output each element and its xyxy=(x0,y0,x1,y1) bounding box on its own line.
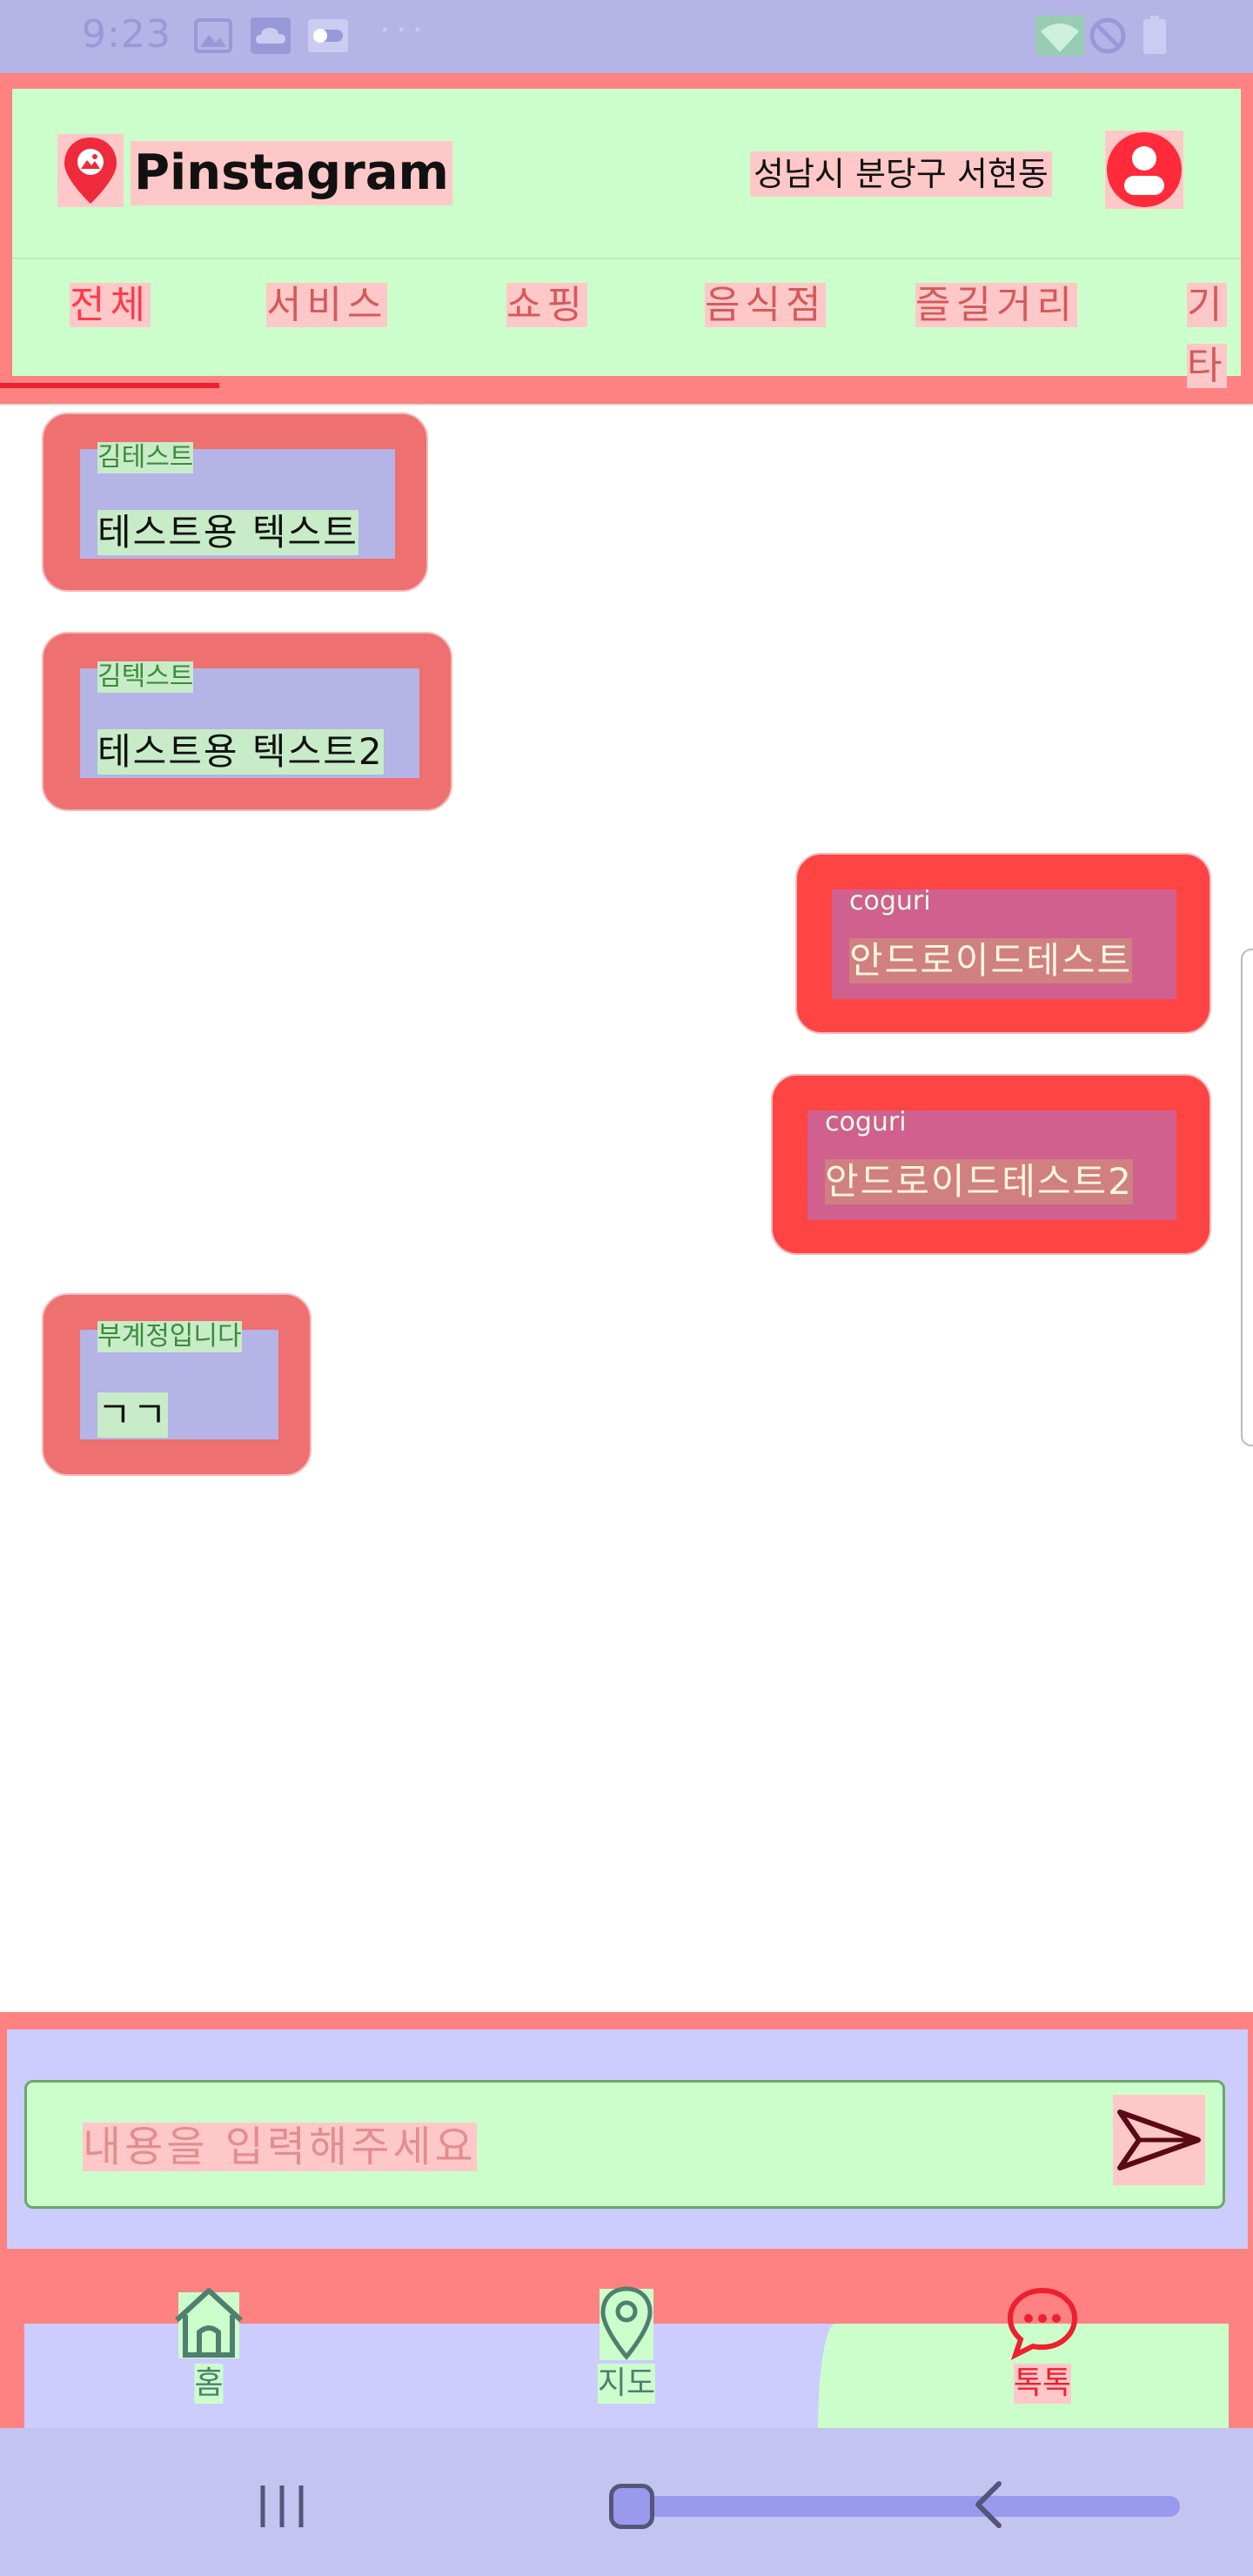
system-navigation-bar xyxy=(0,2428,1253,2576)
home-button-icon[interactable] xyxy=(609,2484,654,2529)
header-bottom-border xyxy=(0,404,1253,406)
message-text: 안드로이드테스트 xyxy=(849,938,1133,983)
tab-label: 기타 xyxy=(1187,283,1228,388)
scroll-handle[interactable] xyxy=(1241,949,1253,1446)
recent-apps-icon[interactable] xyxy=(258,2484,306,2529)
app-header: Pinstagram 성남시 분당구 서현동 전체 서비스 쇼핑 음식점 즐길거… xyxy=(0,73,1253,404)
nav-item-map[interactable]: 지도 xyxy=(557,2286,696,2428)
chat-icon xyxy=(1007,2287,1078,2360)
tab-restaurant[interactable]: 음식점 xyxy=(705,275,827,336)
status-time: 9:23 xyxy=(82,12,171,57)
app-title: Pinstagram xyxy=(131,141,452,205)
tab-label: 전체 xyxy=(70,283,151,327)
header-divider xyxy=(12,258,1241,259)
do-not-disturb-icon xyxy=(1089,17,1126,54)
status-more-indicator: ··· xyxy=(379,10,429,50)
message-sender: 김테스트 xyxy=(97,442,194,473)
message-bubble-outgoing[interactable]: coguri 안드로이드테스트 xyxy=(795,853,1211,1034)
message-sender: 부계정입니다 xyxy=(97,1321,242,1352)
nav-item-chat[interactable]: 톡톡 xyxy=(973,2287,1112,2428)
message-input-placeholder: 내용을 입력해주세요 xyxy=(83,2123,477,2171)
tab-label: 쇼핑 xyxy=(506,283,587,327)
message-bubble-incoming[interactable]: 부계정입니다 ㄱㄱ xyxy=(42,1293,312,1476)
message-sender: coguri xyxy=(825,1107,907,1137)
message-input[interactable]: 내용을 입력해주세요 xyxy=(24,2080,1225,2209)
gallery-icon xyxy=(194,18,232,53)
tab-all[interactable]: 전체 xyxy=(70,275,151,336)
map-pin-icon xyxy=(600,2286,653,2360)
tab-etc[interactable]: 기타 xyxy=(1187,275,1253,388)
nav-label: 톡톡 xyxy=(1013,2364,1072,2404)
status-bar: 9:23 ··· xyxy=(0,0,1253,73)
wifi-icon xyxy=(1035,16,1084,56)
tab-label: 서비스 xyxy=(266,283,388,327)
message-bubble-outgoing[interactable]: coguri 안드로이드테스트2 xyxy=(771,1074,1211,1255)
profile-icon[interactable] xyxy=(1105,131,1183,209)
toggle-icon xyxy=(308,19,348,52)
nav-item-home[interactable]: 홈 xyxy=(139,2288,278,2428)
composer-panel: 내용을 입력해주세요 xyxy=(7,2029,1248,2249)
tab-shopping[interactable]: 쇼핑 xyxy=(506,275,587,336)
location-pin-logo-icon xyxy=(57,134,124,207)
nav-label: 지도 xyxy=(597,2364,656,2404)
active-tab-indicator xyxy=(0,383,219,388)
tab-entertainment[interactable]: 즐길거리 xyxy=(915,275,1077,336)
battery-icon xyxy=(1143,16,1166,54)
nav-label: 홈 xyxy=(194,2364,224,2404)
home-icon xyxy=(174,2288,244,2358)
current-location[interactable]: 성남시 분당구 서현동 xyxy=(750,151,1052,197)
message-sender: 김텍스트 xyxy=(97,661,194,693)
message-text: 테스트용 텍스트 xyxy=(97,510,358,555)
tab-label: 즐길거리 xyxy=(915,283,1077,327)
gesture-track xyxy=(632,2496,1180,2517)
cloud-icon xyxy=(251,17,291,54)
message-text: 테스트용 텍스트2 xyxy=(97,729,384,775)
message-text: ㄱㄱ xyxy=(97,1392,169,1438)
message-text: 안드로이드테스트2 xyxy=(825,1159,1133,1204)
message-bubble-incoming[interactable]: 김테스트 테스트용 텍스트 xyxy=(42,413,428,592)
message-sender: coguri xyxy=(849,886,931,916)
tab-label: 음식점 xyxy=(705,283,827,327)
message-bubble-incoming[interactable]: 김텍스트 테스트용 텍스트2 xyxy=(42,632,452,811)
back-icon[interactable] xyxy=(964,2479,1016,2531)
send-icon[interactable] xyxy=(1113,2095,1205,2185)
tab-service[interactable]: 서비스 xyxy=(266,275,388,336)
